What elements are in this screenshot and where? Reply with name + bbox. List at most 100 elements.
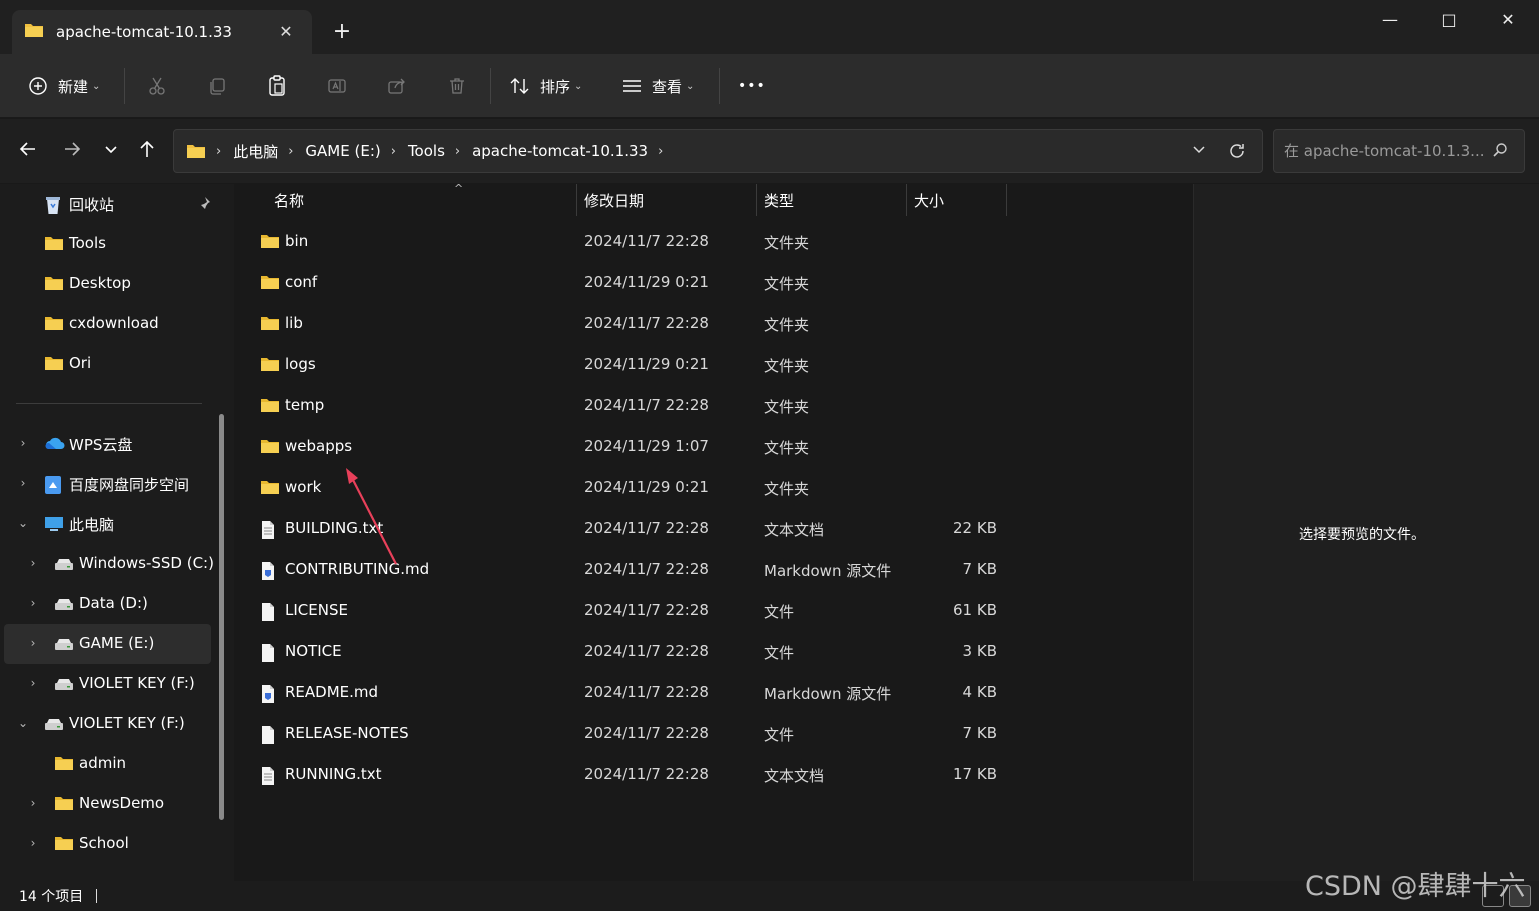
sidebar-item-label: 百度网盘同步空间 (69, 476, 190, 494)
expand-chevron-icon[interactable]: › (16, 436, 30, 450)
pin-icon[interactable] (197, 196, 211, 211)
maximize-button[interactable]: □ (1429, 8, 1469, 32)
view-button[interactable]: 查看 ⌄ (620, 70, 694, 102)
recent-locations-chevron-icon[interactable] (97, 139, 125, 163)
expand-chevron-icon[interactable]: › (16, 476, 30, 490)
file-row[interactable]: webapps 2024/11/29 1:07 文件夹 (252, 427, 1012, 467)
rename-button[interactable] (325, 70, 349, 102)
delete-button[interactable] (445, 70, 469, 102)
column-divider[interactable] (756, 184, 757, 216)
file-date: 2024/11/29 0:21 (584, 478, 709, 496)
column-divider[interactable] (576, 184, 577, 216)
file-row[interactable]: RELEASE-NOTES 2024/11/7 22:28 文件 7 KB (252, 714, 1012, 754)
cut-button[interactable] (145, 70, 169, 102)
file-row[interactable]: work 2024/11/29 0:21 文件夹 (252, 468, 1012, 508)
forward-arrow-icon[interactable] (58, 139, 86, 163)
paste-button[interactable] (265, 70, 289, 102)
sidebar-item-回收站[interactable]: 回收站 (4, 184, 211, 224)
sidebar-tree-item[interactable]: ⌄ 此电脑 (4, 504, 211, 544)
copy-icon (205, 74, 229, 98)
expand-chevron-icon[interactable]: › (26, 796, 40, 810)
sidebar-tree-item[interactable]: › VIOLET KEY (F:) (4, 664, 211, 704)
sidebar-tree-item[interactable]: ⌄ VIOLET KEY (F:) (4, 704, 211, 744)
expand-chevron-icon[interactable]: › (26, 556, 40, 570)
file-size: 4 KB (962, 683, 997, 701)
new-button[interactable]: 新建 ⌄ (26, 70, 100, 102)
file-row[interactable]: conf 2024/11/29 0:21 文件夹 (252, 263, 1012, 303)
drive-icon (54, 598, 74, 616)
sort-button[interactable]: 排序 ⌄ (508, 70, 582, 102)
column-header-name[interactable]: 名称 ^ (274, 182, 574, 216)
refresh-icon[interactable] (1226, 140, 1248, 162)
sidebar-tree-item[interactable]: › School (4, 824, 211, 864)
share-icon (385, 74, 409, 98)
share-button[interactable] (385, 70, 409, 102)
sidebar-item-cxdownload[interactable]: cxdownload (4, 304, 211, 344)
file-type: Markdown 源文件 (764, 685, 892, 703)
expand-chevron-icon[interactable]: › (26, 676, 40, 690)
file-row[interactable]: bin 2024/11/7 22:28 文件夹 (252, 222, 1012, 262)
column-header-size[interactable]: 大小 (914, 184, 1004, 216)
file-date: 2024/11/7 22:28 (584, 560, 709, 578)
expand-chevron-icon[interactable]: › (26, 836, 40, 850)
sidebar-tree-item[interactable]: › WPS云盘 (4, 424, 211, 464)
up-arrow-icon[interactable] (133, 139, 161, 163)
copy-button[interactable] (205, 70, 229, 102)
expand-chevron-icon[interactable]: › (26, 636, 40, 650)
breadcrumb-apache-tomcat[interactable]: apache-tomcat-10.1.33 (472, 142, 648, 160)
file-row[interactable]: temp 2024/11/7 22:28 文件夹 (252, 386, 1012, 426)
sidebar-item-label: Desktop (69, 274, 131, 292)
file-size: 22 KB (953, 519, 997, 537)
file-row[interactable]: RUNNING.txt 2024/11/7 22:28 文本文档 17 KB (252, 755, 1012, 795)
file-row[interactable]: NOTICE 2024/11/7 22:28 文件 3 KB (252, 632, 1012, 672)
sidebar-tree-item[interactable]: › Data (D:) (4, 584, 211, 624)
file-row[interactable]: logs 2024/11/29 0:21 文件夹 (252, 345, 1012, 385)
file-type: 文件夹 (764, 398, 810, 416)
breadcrumb-separator-icon[interactable]: › (391, 144, 396, 159)
sidebar-scrollbar[interactable] (219, 414, 224, 820)
address-bar[interactable]: › 此电脑 › GAME (E:) › Tools › apache-tomca… (173, 129, 1263, 173)
search-input[interactable] (1284, 142, 1484, 160)
file-row[interactable]: README.md 2024/11/7 22:28 Markdown 源文件 4 KB (252, 673, 1012, 713)
expand-chevron-icon[interactable]: › (26, 596, 40, 610)
breadcrumb-separator-icon: › (216, 143, 222, 159)
sidebar-tree-item[interactable]: › NewsDemo (4, 784, 211, 824)
cloud-icon (44, 435, 65, 453)
sidebar-item-ori[interactable]: Ori (4, 344, 211, 384)
sidebar-tree-item[interactable]: › 百度网盘同步空间 (4, 464, 211, 504)
minimize-button[interactable]: — (1370, 8, 1410, 32)
breadcrumb-separator-icon[interactable]: › (288, 144, 293, 159)
breadcrumb-game-drive[interactable]: GAME (E:) (305, 142, 380, 160)
text-file-icon (260, 766, 280, 785)
column-header-type[interactable]: 类型 (764, 184, 904, 216)
file-row[interactable]: lib 2024/11/7 22:28 文件夹 (252, 304, 1012, 344)
sidebar-item-desktop[interactable]: Desktop (4, 264, 211, 304)
breadcrumb-separator-icon[interactable]: › (455, 144, 460, 159)
column-divider[interactable] (1006, 184, 1007, 216)
address-history-dropdown-icon[interactable] (1192, 142, 1206, 160)
file-row[interactable]: CONTRIBUTING.md 2024/11/7 22:28 Markdown 源… (252, 550, 1012, 590)
breadcrumb-tools[interactable]: Tools (408, 142, 445, 160)
sidebar-tree-item[interactable]: › Windows-SSD (C:) (4, 544, 214, 584)
new-tab-button[interactable]: + (330, 20, 354, 44)
breadcrumb-this-pc[interactable]: 此电脑 (233, 141, 278, 162)
file-name: CONTRIBUTING.md (285, 560, 430, 578)
close-window-button[interactable]: ✕ (1488, 8, 1528, 32)
column-divider[interactable] (906, 184, 907, 216)
back-arrow-icon[interactable] (14, 139, 42, 163)
sidebar-item-tools[interactable]: Tools (4, 224, 211, 264)
sidebar-tree-item[interactable]: › GAME (E:) (4, 624, 211, 664)
more-options-button[interactable]: ••• (738, 70, 766, 102)
tab-apache-tomcat[interactable]: apache-tomcat-10.1.33 ✕ (12, 10, 312, 54)
close-tab-icon[interactable]: ✕ (276, 22, 296, 42)
column-header-date[interactable]: 修改日期 (584, 184, 754, 216)
file-type: 文件夹 (764, 480, 810, 498)
breadcrumb-separator-icon[interactable]: › (658, 144, 663, 159)
expand-chevron-icon[interactable]: ⌄ (16, 516, 30, 530)
search-box[interactable] (1273, 129, 1525, 173)
expand-chevron-icon[interactable]: ⌄ (16, 716, 30, 730)
sidebar-tree-item[interactable]: admin (4, 744, 211, 784)
sidebar-item-label: GAME (E:) (79, 634, 155, 652)
file-row[interactable]: LICENSE 2024/11/7 22:28 文件 61 KB (252, 591, 1012, 631)
file-row[interactable]: BUILDING.txt 2024/11/7 22:28 文本文档 22 KB (252, 509, 1012, 549)
